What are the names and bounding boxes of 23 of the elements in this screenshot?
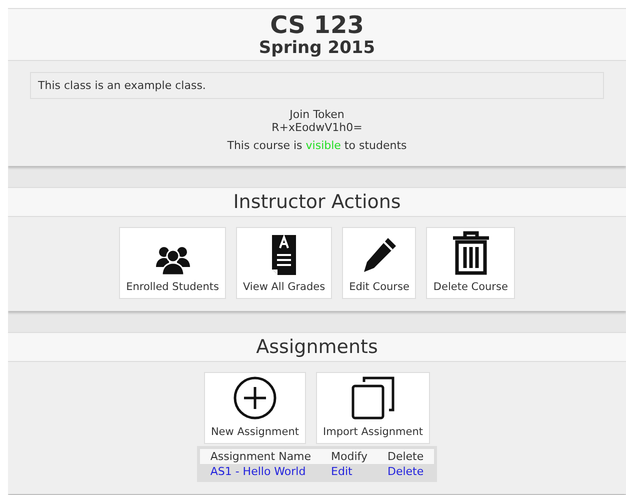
people-icon (154, 245, 191, 275)
section-heading: Assignments (8, 332, 626, 362)
delete-button[interactable]: Delete Course (426, 227, 515, 299)
graded-document-icon (270, 235, 298, 275)
pencil-icon (361, 237, 398, 275)
column-header: Assignment Name (198, 448, 322, 464)
course-term: Spring 2015 (258, 38, 376, 58)
join-token-label: Join Token (288, 108, 346, 121)
copy-icon (351, 376, 396, 420)
course-description: This class is an example class. (30, 72, 604, 99)
add-circle-icon (232, 376, 277, 420)
students-button[interactable]: Enrolled Students (119, 227, 226, 299)
section-heading: Instructor Actions (8, 187, 626, 217)
grades-button[interactable]: View All Grades (236, 227, 332, 299)
new-button[interactable]: New Assignment (204, 372, 306, 444)
import-button[interactable]: Import Assignment (316, 372, 430, 444)
join-token-value: R+xEodwV1h0= (270, 121, 364, 134)
trash-icon (450, 231, 491, 275)
column-header: Modify (321, 448, 378, 464)
visibility-note: This course is visible to students (226, 139, 408, 152)
edit-button[interactable]: Edit Course (342, 227, 416, 299)
column-header: Delete (378, 448, 436, 464)
course-code: CS 123 (269, 12, 365, 38)
